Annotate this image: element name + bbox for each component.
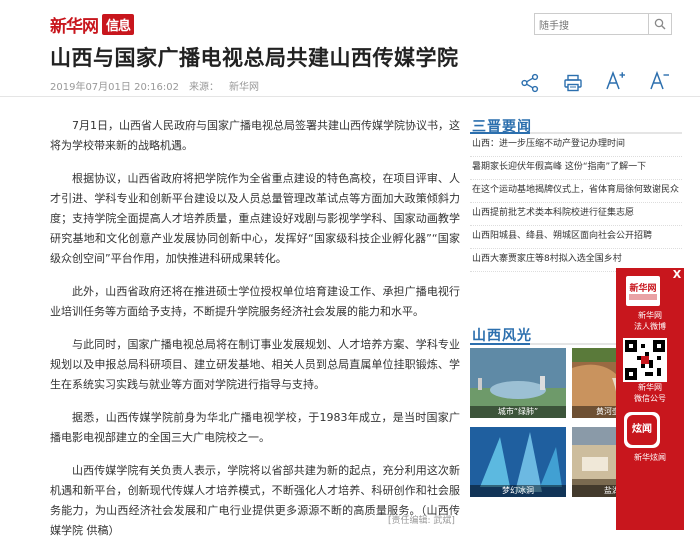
news-link[interactable]: 山西大寨贾家庄等8村拟入选全国乡村 xyxy=(472,253,680,266)
xuanwen-label: 新华炫闻 xyxy=(634,453,666,462)
logo-text: 新华网 xyxy=(50,17,99,37)
responsible-editor: [责任编辑: 武斌] xyxy=(388,516,455,526)
news-link[interactable]: 山西阳城县、绛县、朔城区面向社会公开招聘 xyxy=(472,230,680,243)
weibo-logo[interactable]: 新华网 xyxy=(626,276,660,306)
news-list-item[interactable]: 山西阳城县、绛县、朔城区面向社会公开招聘 xyxy=(470,226,682,249)
header-divider xyxy=(0,96,700,97)
news-link[interactable]: 暑期家长迎伏年假高峰 这份“指南”了解一下 xyxy=(472,161,680,174)
article-paragraph: 7月1日，山西省人民政府与国家广播电视总局签署共建山西传媒学院协议书，这将为学校… xyxy=(50,119,460,152)
news-list-item[interactable]: 在这个运动基地揭牌仪式上，省体育局徐何致谢民众 xyxy=(470,180,682,203)
weibo-logo-text: 新华网 xyxy=(629,284,657,294)
search-icon xyxy=(654,18,666,30)
article-paragraph: 据悉，山西传媒学院前身为华北广播电视学校，于1983年成立，是当时国家广播电影电… xyxy=(50,411,460,444)
wechat-label-2: 微信公号 xyxy=(634,394,666,403)
xuanwen-app-icon[interactable]: 炫闻 xyxy=(624,412,660,448)
gallery-photo-caption: 城市“绿肺” xyxy=(470,406,566,418)
search-button[interactable] xyxy=(648,14,671,34)
sidebar-news: 三晋要闻 山西：进一步压缩不动产登记办理时间 暑期家长迎伏年假高峰 这份“指南”… xyxy=(470,106,682,272)
article-paragraph: 此外，山西省政府还将在推进硕士学位授权单位培育建设工作、承担广播电视行业培训任务… xyxy=(50,285,460,318)
close-button[interactable]: X xyxy=(670,268,684,282)
floating-social-panel: X 新华网 新华网 法人微博 新华网 微信公号 炫闻 新华炫闻 xyxy=(616,268,684,530)
gallery-section-title: 山西风光 xyxy=(472,328,532,344)
font-increase-button[interactable] xyxy=(604,70,626,92)
gallery-photo[interactable]: 梦幻冰洞 xyxy=(470,427,566,497)
wechat-label-1: 新华网 xyxy=(638,383,662,392)
article-title: 山西与国家广播电视总局共建山西传媒学院 xyxy=(50,46,459,70)
print-icon xyxy=(564,74,582,92)
news-link[interactable]: 山西提前批艺术类本科院校进行征集志愿 xyxy=(472,207,680,220)
article-meta: 2019年07月01日 20:16:02 来源： 新华网 xyxy=(50,78,269,93)
weibo-label-2: 法人微博 xyxy=(634,322,666,331)
logo-channel-badge: 信息 xyxy=(102,14,135,35)
gallery-photo[interactable]: 城市“绿肺” xyxy=(470,348,566,418)
share-button[interactable] xyxy=(519,72,541,94)
news-list-item[interactable]: 山西：进一步压缩不动产登记办理时间 xyxy=(470,134,682,157)
gallery-photo-caption: 梦幻冰洞 xyxy=(470,485,566,497)
site-logo[interactable]: 新华网 信息 xyxy=(50,12,135,37)
news-list: 山西：进一步压缩不动产登记办理时间 暑期家长迎伏年假高峰 这份“指南”了解一下 … xyxy=(470,134,682,272)
publish-datetime: 2019年07月01日 20:16:02 xyxy=(50,82,179,93)
news-link[interactable]: 山西：进一步压缩不动产登记办理时间 xyxy=(472,138,680,151)
qr-code-icon xyxy=(625,340,665,380)
wechat-qr-code[interactable] xyxy=(623,338,667,382)
font-decrease-icon xyxy=(650,70,669,90)
print-button[interactable] xyxy=(562,72,584,94)
article-body: 7月1日，山西省人民政府与国家广播电视总局签署共建山西传媒学院协议书，这将为学校… xyxy=(50,116,460,554)
top-bar: 新华网 信息 xyxy=(0,0,700,38)
article-paragraph: 与此同时，国家广播电视总局将在制订事业发展规划、人才培养方案、学科专业规划以及申… xyxy=(50,338,460,391)
news-list-item[interactable]: 山西提前批艺术类本科院校进行征集志愿 xyxy=(470,203,682,226)
share-icon xyxy=(521,73,539,93)
search-input[interactable] xyxy=(535,17,651,36)
font-decrease-button[interactable] xyxy=(648,70,670,92)
article-paragraph: 山西传媒学院有关负责人表示，学院将以省部共建为新的起点，充分利用这次新机遇和新平… xyxy=(50,464,460,537)
font-increase-icon xyxy=(606,70,625,90)
news-link[interactable]: 在这个运动基地揭牌仪式上，省体育局徐何致谢民众 xyxy=(472,184,680,197)
source-name: 新华网 xyxy=(229,82,259,93)
xuanwen-icon-text: 炫闻 xyxy=(627,415,657,445)
weibo-label-1: 新华网 xyxy=(638,311,662,320)
source-label: 来源： xyxy=(189,82,219,93)
news-list-item[interactable]: 暑期家长迎伏年假高峰 这份“指南”了解一下 xyxy=(470,157,682,180)
search-box xyxy=(534,13,672,36)
article-paragraph: 根据协议，山西省政府将把学院作为全省重点建设的特色高校，在项目评审、人才引进、学… xyxy=(50,172,460,265)
news-section-header: 三晋要闻 xyxy=(470,106,682,135)
